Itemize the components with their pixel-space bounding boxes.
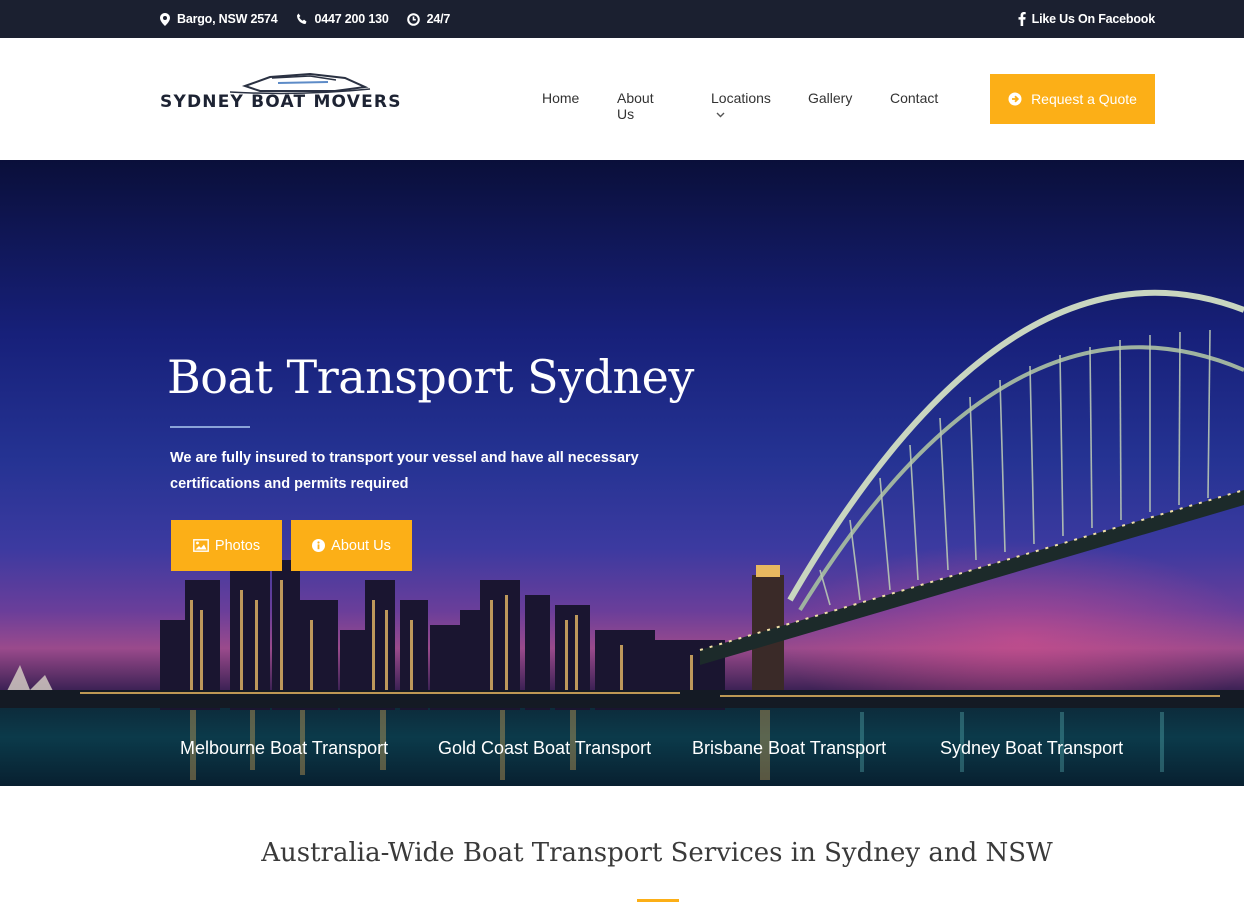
melbourne-boat-transport-link[interactable]: Melbourne Boat Transport [180,738,388,759]
map-pin-icon [160,12,170,26]
site-header: SYDNEY BOAT MOVERS Home About Us Locatio… [0,38,1244,160]
address-text: Bargo, NSW 2574 [177,12,278,26]
hero-title: Boat Transport Sydney [167,350,694,404]
hours-text: 24/7 [426,12,451,26]
request-quote-button[interactable]: Request a Quote [990,74,1155,124]
nav-gallery[interactable]: Gallery [808,90,852,106]
logo-text[interactable]: SYDNEY BOAT MOVERS [160,92,402,112]
nav-locations-label[interactable]: Locations [711,90,771,106]
arrow-circle-right-icon [1008,92,1022,106]
phone-item[interactable]: 0447 200 130 [296,12,389,26]
phone-text[interactable]: 0447 200 130 [315,12,389,26]
hours-item: 24/7 [406,12,451,26]
logo[interactable]: SYDNEY BOAT MOVERS [160,72,450,112]
nav-locations[interactable]: Locations [711,90,771,122]
gold-coast-boat-transport-link[interactable]: Gold Coast Boat Transport [438,738,651,759]
brisbane-boat-transport-link[interactable]: Brisbane Boat Transport [692,738,886,759]
facebook-link[interactable]: Like Us On Facebook [1018,0,1155,38]
contact-info: Bargo, NSW 2574 0447 200 130 24/7 [160,0,468,38]
nav-contact[interactable]: Contact [890,90,938,106]
section-title: Australia-Wide Boat Transport Services i… [261,838,1053,868]
top-bar: Bargo, NSW 2574 0447 200 130 24/7 Like U… [0,0,1244,38]
request-quote-label[interactable]: Request a Quote [1031,91,1137,107]
photos-button[interactable]: Photos [171,520,282,571]
section-divider [637,899,679,902]
nav-about-us[interactable]: About Us [617,90,654,122]
facebook-label[interactable]: Like Us On Facebook [1032,12,1156,26]
chevron-down-icon[interactable] [716,112,725,118]
address-item: Bargo, NSW 2574 [160,12,278,26]
nav-home[interactable]: Home [542,90,579,106]
clock-icon [406,12,420,26]
facebook-icon [1018,12,1026,26]
phone-icon [296,13,307,24]
sydney-boat-transport-link[interactable]: Sydney Boat Transport [940,738,1123,759]
image-icon [193,539,209,552]
photos-button-label[interactable]: Photos [215,538,260,554]
about-us-button[interactable]: About Us [291,520,412,571]
hero-subtitle: We are fully insured to transport your v… [170,450,639,492]
hero-divider [170,426,250,428]
hero-banner: Boat Transport Sydney We are fully insur… [0,160,1244,786]
about-us-button-label[interactable]: About Us [331,538,391,554]
info-icon [312,539,326,552]
